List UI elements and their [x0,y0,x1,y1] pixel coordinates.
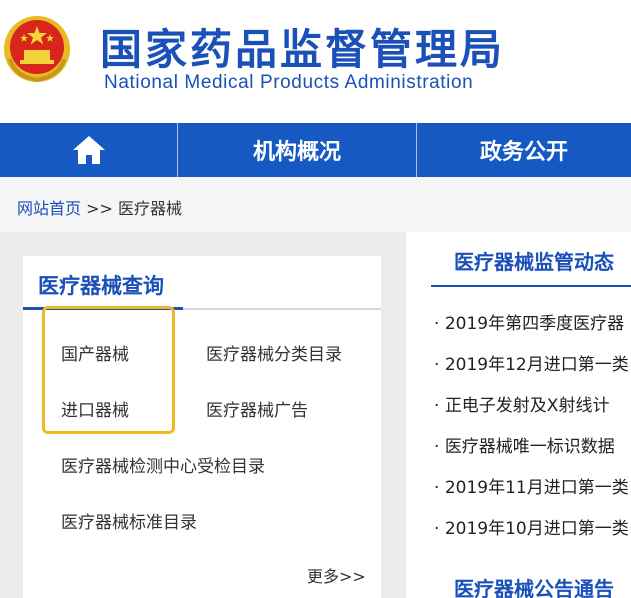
news-item[interactable]: · 2019年11月进口第一类 [434,473,629,498]
device-query-title: 医疗器械查询 [38,274,164,298]
main-nav: 机构概况 政务公开 [0,123,631,177]
highlight-box [42,306,175,434]
nav-home[interactable] [0,123,178,177]
national-emblem-icon [4,16,70,83]
link-testing-catalog[interactable]: 医疗器械检测中心受检目录 [61,452,265,477]
breadcrumb-separator: >> [86,199,113,218]
link-standards-catalog[interactable]: 医疗器械标准目录 [61,508,197,533]
home-icon [72,136,105,164]
news-item[interactable]: · 2019年第四季度医疗器 [434,309,624,334]
breadcrumb-current: 医疗器械 [118,199,183,218]
nav-org-overview[interactable]: 机构概况 [178,123,417,177]
nav-gov-affairs[interactable]: 政务公开 [417,123,631,177]
link-device-catalog[interactable]: 医疗器械分类目录 [206,340,342,365]
news-title-underline [431,285,631,287]
notice-panel-title: 医疗器械公告通告 [454,577,614,598]
site-header: 国家药品监督管理局 National Medical Products Admi… [0,0,631,123]
breadcrumb: 网站首页 >> 医疗器械 [17,195,182,219]
site-title-cn: 国家药品监督管理局 [100,25,506,74]
news-panel-title: 医疗器械监管动态 [454,250,614,274]
site-title-en: National Medical Products Administration [104,72,474,93]
news-item[interactable]: · 正电子发射及X射线计 [434,391,609,416]
news-item[interactable]: · 医疗器械唯一标识数据 [434,432,615,457]
breadcrumb-home[interactable]: 网站首页 [17,199,81,218]
more-link[interactable]: 更多>> [307,563,366,587]
news-item[interactable]: · 2019年10月进口第一类 [434,514,629,539]
news-item[interactable]: · 2019年12月进口第一类 [434,350,629,375]
link-device-ads[interactable]: 医疗器械广告 [206,396,308,421]
news-clip: 医疗器械监管动态 · 2019年第四季度医疗器 · 2019年12月进口第一类 … [406,232,631,598]
